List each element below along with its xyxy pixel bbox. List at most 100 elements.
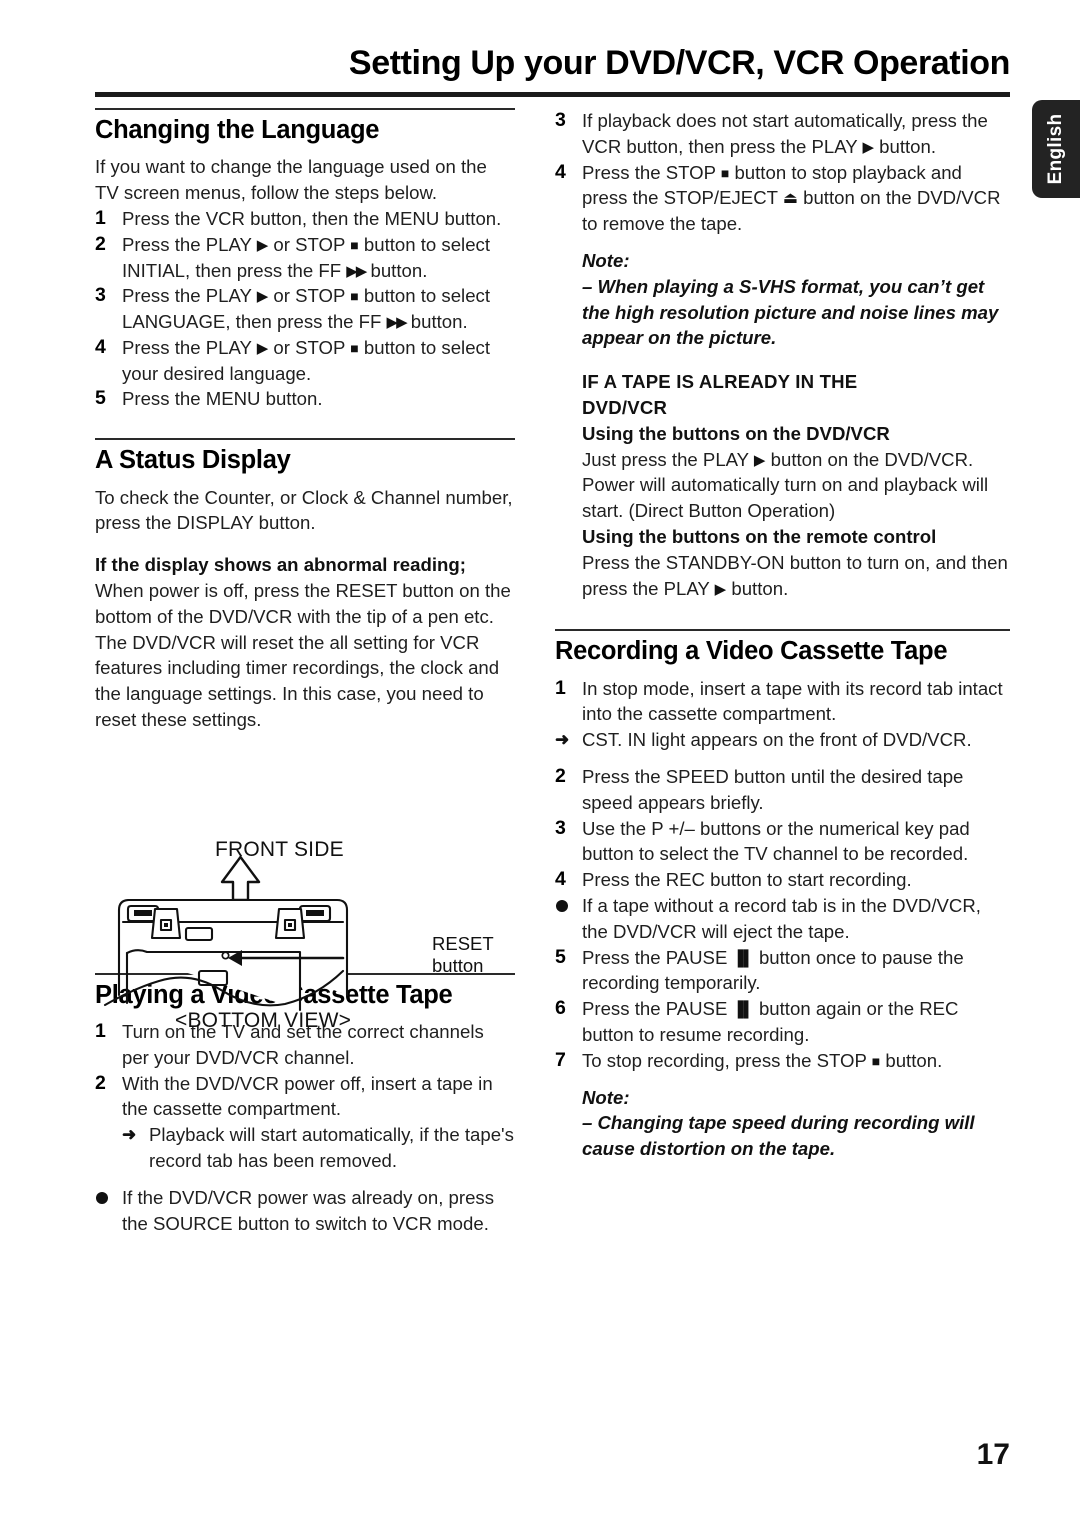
step-number: 2: [95, 232, 106, 255]
step-text: button.: [880, 1049, 943, 1071]
fast-forward-icon: [387, 315, 406, 330]
note-label: Note:: [582, 249, 630, 271]
step-number: 6: [555, 997, 566, 1020]
page-title: Setting Up your DVD/VCR, VCR Operation: [348, 44, 1010, 82]
step-text: button.: [405, 311, 468, 333]
step-text: button.: [365, 259, 428, 281]
list-item: 7 To stop recording, press the STOP butto…: [555, 1048, 1010, 1074]
section-heading: Changing the Language: [95, 116, 380, 144]
bullet-icon: [556, 900, 568, 913]
title-divider: [95, 92, 1010, 97]
section-tape-already-in: IF A TAPE IS ALREADY IN THE DVD/VCR Usin…: [582, 369, 1010, 601]
front-side-label: FRONT SIDE: [215, 838, 344, 861]
right-column: 3 If playback does not start automaticall…: [555, 108, 1010, 1164]
list-item: 6Press the PAUSE button again or the REC…: [555, 996, 1010, 1048]
list-item: 4Press the STOP button to stop playback …: [555, 160, 1010, 237]
reset-button-diagram: FRONT SIDE <BOTTOM VIEW> RESET button: [95, 838, 515, 1048]
stop-icon: [350, 238, 358, 253]
eject-icon: [783, 191, 798, 207]
subheading: Using the buttons on the remote control: [582, 525, 937, 547]
subheading-line2: DVD/VCR: [582, 396, 668, 418]
step-number: 4: [555, 868, 566, 891]
step-text: Press the PLAY: [122, 285, 257, 307]
section-recording-a-video-cassette-tape: Recording a Video Cassette Tape 1 In stop…: [555, 629, 1010, 1162]
pause-icon: [733, 1002, 754, 1017]
list-item: If the DVD/VCR power was already on, pre…: [95, 1185, 515, 1237]
step-number: 5: [95, 387, 106, 410]
arrow-icon: ➜: [555, 730, 570, 750]
step-number: 1: [555, 676, 566, 699]
list-item: 3Press the PLAY or STOP button to select…: [95, 283, 515, 335]
play-icon: [862, 140, 874, 155]
section-heading: A Status Display: [95, 446, 291, 475]
section-a-status-display: A Status Display To check the Counter, o…: [95, 438, 515, 732]
step-text: button.: [874, 135, 937, 157]
stop-icon: [350, 289, 358, 304]
step-number: 2: [95, 1071, 106, 1094]
section-changing-the-language: Changing the Language If you want to cha…: [95, 108, 515, 412]
note-body: – Changing tape speed during recording w…: [582, 1112, 975, 1160]
body-text: Just press the PLAY: [582, 448, 754, 470]
list-item: 3 Use the P +/– buttons or the numerical …: [555, 816, 1010, 868]
step-number: 2: [555, 765, 566, 788]
list-item: 5Press the PAUSE button once to pause th…: [555, 945, 1010, 997]
body-paragraph: When power is off, press the RESET butto…: [95, 579, 511, 730]
step-text: Use the P +/– buttons or the numerical k…: [582, 817, 970, 865]
intro-paragraph: To check the Counter, or Clock & Channel…: [95, 486, 513, 534]
note-label: Note:: [582, 1086, 630, 1108]
reset-button-label: RESET button: [432, 933, 494, 977]
list-item: 1 In stop mode, insert a tape with its re…: [555, 676, 1010, 728]
list-item: 4 Press the REC button to start recording…: [555, 867, 1010, 893]
step-number: 3: [555, 816, 566, 839]
intro-paragraph: If you want to change the language used …: [95, 156, 487, 204]
step-text: Press the STOP: [582, 161, 721, 183]
step-text: To stop recording, press the STOP: [582, 1049, 872, 1071]
body-paragraph: Just press the PLAY button on the DVD/VC…: [582, 447, 1010, 524]
list-item: 4Press the PLAY or STOP button to select…: [95, 335, 515, 387]
body-text: Press the STANDBY-ON button to turn on, …: [582, 551, 1008, 599]
stop-icon: [872, 1054, 880, 1069]
body-paragraph: Press the STANDBY-ON button to turn on, …: [582, 550, 1010, 602]
step-text: In stop mode, insert a tape with its rec…: [582, 677, 1003, 725]
step-text: or STOP: [268, 233, 351, 255]
subheading: If the display shows an abnormal reading…: [95, 554, 466, 576]
sub-note: ➜ Playback will start automatically, if t…: [122, 1122, 515, 1174]
stop-icon: [350, 341, 358, 356]
page-number: 17: [976, 1438, 1010, 1471]
list-item: If a tape without a record tab is in the…: [555, 893, 1010, 945]
step-number: 3: [95, 284, 106, 307]
list-item: 2 Press the SPEED button until the desire…: [555, 764, 1010, 816]
step-text: Press the VCR button, then the MENU butt…: [122, 207, 502, 229]
sub-note: ➜ CST. IN light appears on the front of D…: [555, 727, 1010, 753]
list-item: 2 With the DVD/VCR power off, insert a ta…: [95, 1071, 515, 1123]
step-text: Press the PAUSE: [582, 946, 733, 968]
list-item: 1 Press the VCR button, then the MENU but…: [95, 206, 515, 232]
fast-forward-icon: [346, 264, 365, 279]
step-text: Press the REC button to start recording.: [582, 869, 912, 891]
body-text: button.: [726, 577, 789, 599]
list-item: 3 If playback does not start automaticall…: [555, 108, 1010, 160]
step-text: Press the SPEED button until the desired…: [582, 766, 964, 813]
step-number: 3: [555, 109, 566, 131]
step-number: 4: [555, 160, 566, 183]
list-item: 2Press the PLAY or STOP button to select…: [95, 232, 515, 284]
bottom-view-label: <BOTTOM VIEW>: [175, 1009, 352, 1032]
step-text: or STOP: [268, 285, 351, 307]
section-rule: [95, 108, 515, 110]
step-number: 1: [95, 206, 106, 229]
step-text: Press the MENU button.: [122, 388, 323, 410]
step-text: With the DVD/VCR power off, insert a tap…: [122, 1072, 493, 1120]
bullet-icon: [96, 1191, 108, 1204]
section-rule: [95, 438, 515, 441]
play-icon: [257, 289, 269, 304]
arrow-icon: ➜: [122, 1125, 137, 1145]
step-number: 4: [95, 335, 106, 358]
step-number: 5: [555, 945, 566, 968]
note-body: – When playing a S-VHS format, you can’t…: [582, 275, 999, 349]
reset-label-line2: button: [432, 955, 484, 976]
step-text: or STOP: [268, 336, 351, 358]
pause-icon: [733, 951, 754, 966]
step-number: 7: [555, 1048, 566, 1071]
list-item: 5 Press the MENU button.: [95, 386, 515, 412]
sub-note-text: CST. IN light appears on the front of DV…: [582, 729, 972, 751]
